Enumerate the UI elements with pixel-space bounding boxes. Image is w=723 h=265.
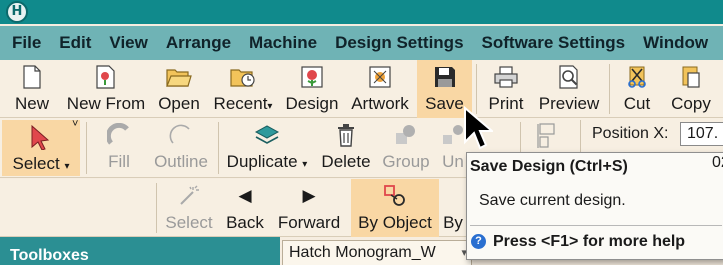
by-color-button[interactable]: By bbox=[440, 179, 466, 237]
forward-arrow-icon: ▶ bbox=[302, 186, 316, 205]
toolbar-separator bbox=[218, 122, 219, 174]
save-label: Save bbox=[425, 94, 464, 113]
print-label: Print bbox=[488, 94, 524, 113]
tooltip-divider bbox=[470, 225, 722, 226]
menu-edit[interactable]: Edit bbox=[50, 33, 100, 53]
standard-toolbar: New New From Open Recent▾ Design Artwork bbox=[0, 60, 723, 118]
back-arrow-icon: ◀ bbox=[238, 186, 252, 205]
cut-scissors-icon bbox=[623, 64, 651, 90]
fill-label: Fill bbox=[108, 152, 130, 171]
fill-button[interactable]: Fill bbox=[94, 118, 144, 176]
toolbar-separator bbox=[609, 64, 610, 114]
magic-wand-icon bbox=[175, 183, 203, 209]
new-from-template-icon bbox=[92, 64, 120, 90]
delete-trash-icon bbox=[332, 122, 360, 148]
new-from-label: New From bbox=[66, 94, 146, 113]
menu-design-settings[interactable]: Design Settings bbox=[326, 33, 472, 53]
tooltip-title: Save Design (Ctrl+S) bbox=[470, 158, 628, 175]
tooltip-description: Save current design. bbox=[479, 192, 626, 209]
menu-view[interactable]: View bbox=[100, 33, 156, 53]
duplicate-button[interactable]: Duplicate ▾ bbox=[222, 118, 312, 176]
preview-label: Preview bbox=[538, 94, 600, 113]
design-flower-icon bbox=[298, 64, 326, 90]
menu-bar: File Edit View Arrange Machine Design Se… bbox=[0, 26, 723, 60]
cut-button[interactable]: Cut bbox=[614, 60, 660, 118]
recent-folder-clock-icon bbox=[229, 64, 257, 90]
document-tab[interactable]: Hatch Monogram_W ▾ bbox=[282, 240, 472, 265]
artwork-label: Artwork bbox=[351, 94, 409, 113]
group-shapes-icon bbox=[392, 122, 420, 148]
recent-button[interactable]: Recent▾ bbox=[210, 60, 276, 118]
design-button[interactable]: Design bbox=[282, 60, 342, 118]
outline-label: Outline bbox=[154, 152, 208, 171]
cut-label: Cut bbox=[623, 94, 651, 113]
copy-button[interactable]: Copy bbox=[664, 60, 718, 118]
forward-label: Forward bbox=[277, 213, 341, 232]
artwork-icon bbox=[366, 64, 394, 90]
group-button[interactable]: Group bbox=[378, 118, 434, 176]
delete-button[interactable]: Delete bbox=[318, 118, 374, 176]
design-label: Design bbox=[285, 94, 339, 113]
title-bar: H bbox=[0, 0, 723, 24]
select-tool-button[interactable]: Select ▾ bbox=[2, 120, 80, 176]
mouse-pointer-icon bbox=[464, 106, 493, 150]
sequence-select-label: Select bbox=[165, 213, 213, 232]
recent-label: Recent▾ bbox=[213, 94, 273, 113]
menu-window[interactable]: Window bbox=[634, 33, 717, 53]
open-folder-icon bbox=[165, 64, 193, 90]
menu-arrange[interactable]: Arrange bbox=[157, 33, 240, 53]
ungroup-label: Un bbox=[442, 152, 464, 171]
by-object-label: By Object bbox=[358, 213, 432, 232]
by-color-label: By bbox=[443, 213, 463, 232]
help-icon: ? bbox=[471, 234, 486, 249]
menu-file[interactable]: File bbox=[3, 33, 50, 53]
save-floppy-icon bbox=[431, 64, 459, 90]
copy-label: Copy bbox=[671, 94, 711, 113]
duplicate-label: Duplicate ▾ bbox=[226, 152, 308, 171]
by-object-icon bbox=[381, 183, 409, 209]
fill-shape-icon bbox=[105, 122, 133, 148]
save-tooltip: Save Design (Ctrl+S) Save current design… bbox=[466, 152, 723, 260]
group-label: Group bbox=[382, 152, 430, 171]
duplicate-layers-icon bbox=[253, 122, 281, 148]
forward-button[interactable]: ▶ Forward bbox=[274, 179, 344, 237]
delete-label: Delete bbox=[321, 152, 371, 171]
back-button[interactable]: ◀ Back bbox=[222, 179, 268, 237]
position-x-label: Position X: bbox=[592, 125, 669, 142]
by-object-button[interactable]: By Object bbox=[351, 179, 439, 237]
printer-icon bbox=[492, 64, 520, 90]
outline-shape-icon bbox=[167, 122, 195, 148]
toolbar-separator bbox=[156, 183, 157, 233]
tooltip-help-text: Press <F1> for more help bbox=[493, 233, 686, 250]
copy-icon bbox=[677, 64, 705, 90]
outline-button[interactable]: Outline bbox=[148, 118, 214, 176]
app-logo-icon[interactable]: H bbox=[6, 1, 28, 23]
open-label: Open bbox=[158, 94, 200, 113]
select-arrow-icon bbox=[27, 124, 55, 150]
new-from-button[interactable]: New From bbox=[62, 60, 150, 118]
document-tab-title: Hatch Monogram_W bbox=[289, 244, 436, 261]
select-label: Select ▾ bbox=[12, 154, 70, 173]
toolboxes-panel-header[interactable]: Toolboxes bbox=[0, 237, 280, 265]
new-document-icon bbox=[18, 64, 46, 90]
by-color-icon bbox=[440, 183, 466, 209]
artwork-button[interactable]: Artwork bbox=[346, 60, 414, 118]
align-icon[interactable] bbox=[536, 122, 560, 155]
more-options-icon[interactable]: ˅ bbox=[72, 118, 78, 130]
new-label: New bbox=[14, 94, 49, 113]
back-label: Back bbox=[226, 213, 264, 232]
position-x-input[interactable]: 107. bbox=[680, 122, 723, 146]
toolbar-separator bbox=[86, 122, 87, 174]
open-button[interactable]: Open bbox=[153, 60, 205, 118]
print-preview-icon bbox=[555, 64, 583, 90]
menu-machine[interactable]: Machine bbox=[240, 33, 326, 53]
sequence-select-button[interactable]: Select bbox=[162, 179, 216, 237]
position-y-value: 02 bbox=[712, 154, 723, 171]
preview-button[interactable]: Preview bbox=[534, 60, 604, 118]
new-button[interactable]: New bbox=[6, 60, 58, 118]
menu-software-settings[interactable]: Software Settings bbox=[473, 33, 635, 53]
